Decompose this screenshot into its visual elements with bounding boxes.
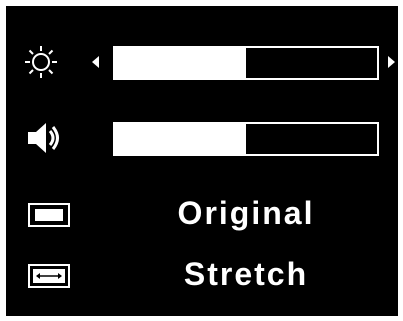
speaker-icon — [28, 123, 59, 153]
osd-menu: Original Stretch — [6, 6, 398, 316]
volume-level-fill — [115, 124, 246, 154]
scaling-mode-option[interactable]: Stretch — [112, 256, 380, 292]
original-aspect-icon — [28, 203, 70, 227]
stretch-aspect-icon — [28, 264, 70, 288]
volume-slider[interactable] — [113, 122, 379, 156]
brightness-slider[interactable] — [113, 46, 379, 80]
display-mode-option[interactable]: Original — [112, 195, 380, 231]
brightness-level-fill — [115, 48, 246, 78]
brightness-icon — [25, 46, 57, 78]
brightness-decrease-arrow[interactable] — [91, 56, 101, 68]
brightness-increase-arrow[interactable] — [386, 56, 396, 68]
